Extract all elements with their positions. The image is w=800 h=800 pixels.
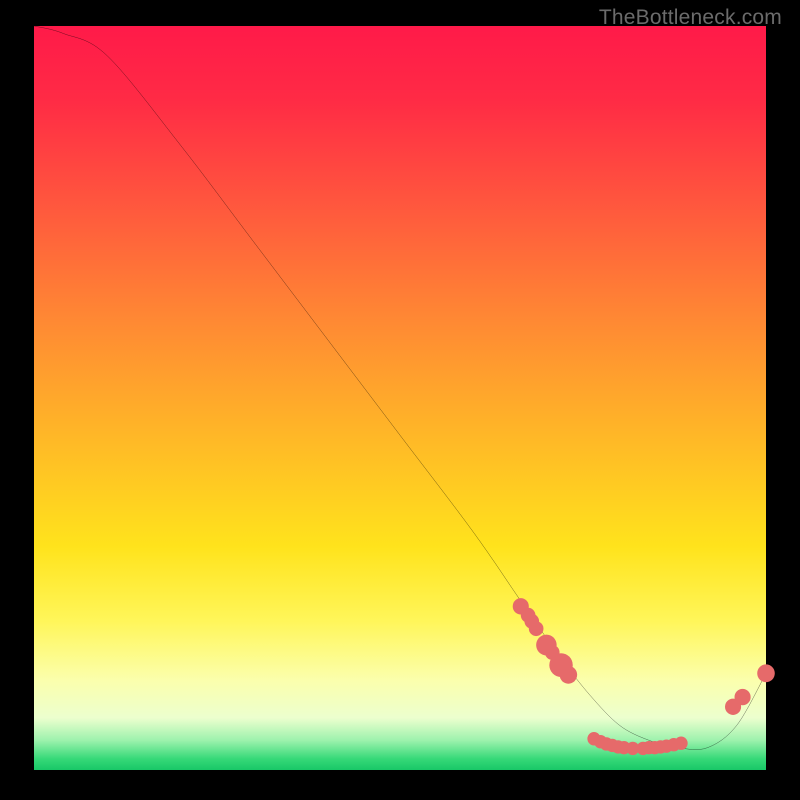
curve-marker (757, 664, 775, 682)
bottleneck-curve (34, 26, 766, 750)
curve-marker (529, 621, 544, 636)
plot-area (34, 26, 766, 770)
chart-stage: TheBottleneck.com (0, 0, 800, 800)
curve-marker (560, 666, 578, 684)
curve-marker (675, 737, 688, 750)
curve-layer (34, 26, 766, 770)
curve-markers (513, 598, 775, 755)
curve-marker (735, 689, 751, 705)
